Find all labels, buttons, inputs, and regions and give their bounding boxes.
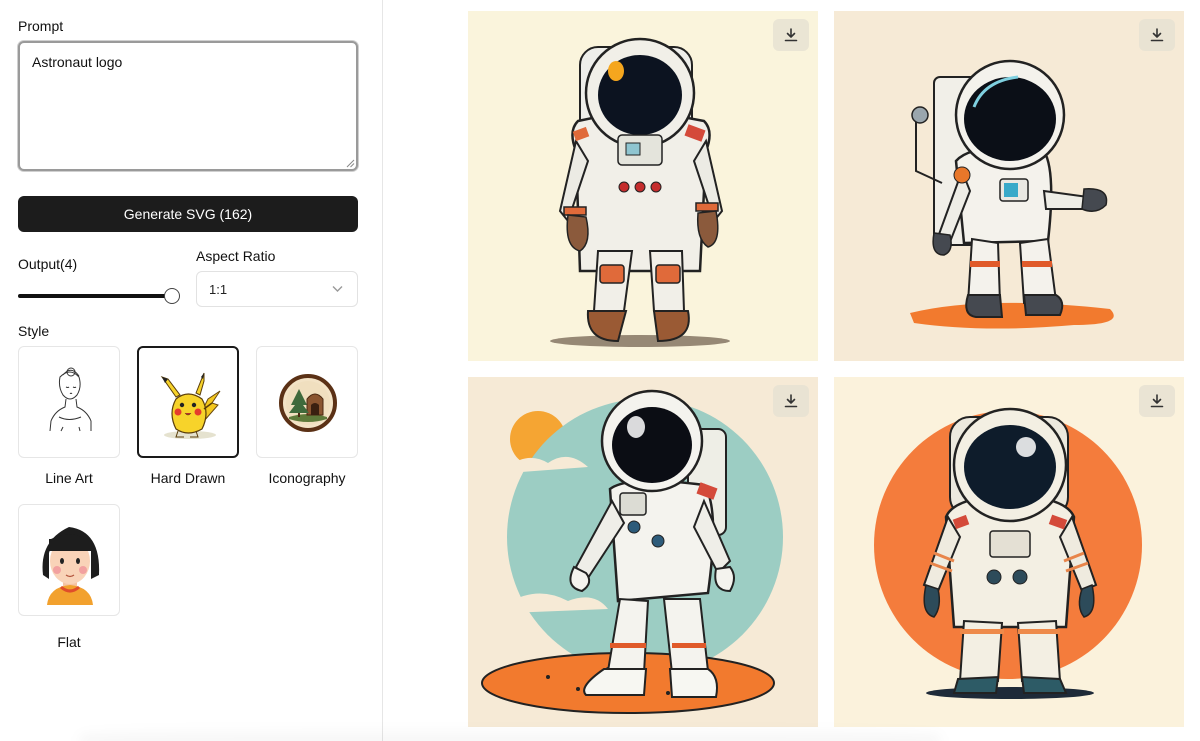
hard-drawn-thumbnail [160, 372, 221, 439]
style-card-line-art[interactable] [18, 346, 120, 458]
download-button[interactable] [1139, 19, 1175, 51]
style-card-iconography[interactable] [256, 346, 358, 458]
flat-thumbnail [42, 527, 100, 605]
aspect-ratio-label: Aspect Ratio [196, 248, 276, 264]
line-art-thumbnail [49, 367, 92, 432]
result-tile[interactable] [834, 377, 1184, 727]
aspect-ratio-value: 1:1 [209, 281, 228, 297]
style-label: Style [18, 323, 50, 339]
style-card-hard-drawn[interactable] [137, 346, 239, 458]
download-button[interactable] [773, 19, 809, 51]
download-icon [1150, 28, 1164, 42]
astronaut-image [834, 11, 1184, 361]
download-icon [784, 28, 798, 42]
chevron-down-icon [332, 286, 343, 292]
style-name-iconography: Iconography [268, 470, 346, 486]
style-card-flat[interactable] [18, 504, 120, 616]
astronaut-image [834, 377, 1184, 727]
download-icon [784, 394, 798, 408]
result-tile[interactable] [834, 11, 1184, 361]
bottom-shadow [80, 726, 940, 741]
result-tile[interactable] [468, 377, 818, 727]
iconography-thumbnail [279, 374, 337, 432]
style-name-flat: Flat [57, 634, 81, 650]
download-button[interactable] [773, 385, 809, 417]
output-slider-thumb[interactable] [164, 288, 180, 304]
astronaut-image [468, 11, 818, 361]
result-tile[interactable] [468, 11, 818, 361]
download-button[interactable] [1139, 385, 1175, 417]
sidebar: Prompt Astronaut logo Generate SVG (162)… [0, 0, 383, 741]
style-name-line-art: Line Art [45, 470, 93, 486]
astronaut-image [468, 377, 818, 727]
prompt-label: Prompt [18, 18, 64, 34]
style-name-hard-drawn: Hard Drawn [150, 470, 226, 486]
output-label: Output(4) [18, 256, 78, 272]
prompt-input[interactable]: Astronaut logo [18, 41, 358, 171]
aspect-ratio-select[interactable]: 1:1 [196, 271, 358, 307]
resize-handle-icon[interactable] [346, 159, 355, 168]
output-slider-track[interactable] [18, 294, 173, 298]
download-icon [1150, 394, 1164, 408]
generate-svg-button[interactable]: Generate SVG (162) [18, 196, 358, 232]
